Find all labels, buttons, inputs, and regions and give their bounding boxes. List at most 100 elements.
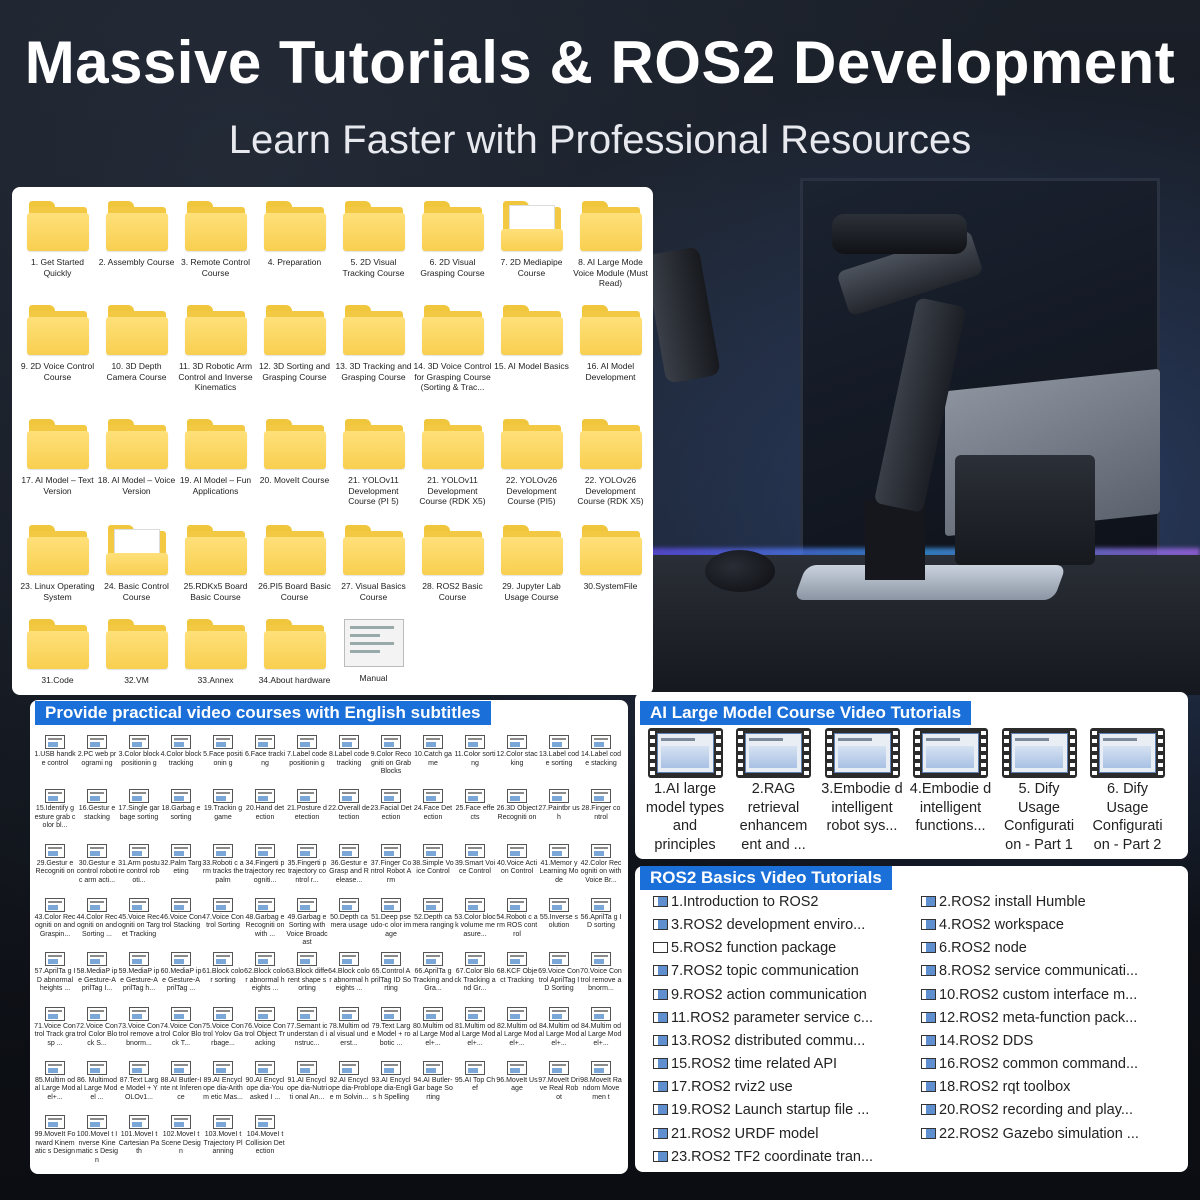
video-item[interactable]: 30.Gestur e control robotic arm acti... <box>76 843 118 896</box>
video-item[interactable]: 56.AprilTa g ID sorting <box>580 897 622 950</box>
folder-item[interactable]: 27. Visual Basics Course <box>334 523 413 627</box>
video-item[interactable]: 27.Paintbr ush <box>538 789 580 841</box>
ros2-video-item[interactable]: 16.ROS2 common command... <box>921 1054 1138 1074</box>
folder-item[interactable]: 13. 3D Tracking and Grasping Course <box>334 303 413 407</box>
folder-item[interactable]: 21. YOLOv11 Development Course (RDK X5) <box>413 417 492 521</box>
ai-video-item[interactable]: 2.RAG retrieval enhancem ent and ... <box>733 728 815 854</box>
folder-item[interactable]: 18. AI Model – Voice Version <box>97 417 176 521</box>
video-item[interactable]: 55.Inverse solution <box>538 897 580 950</box>
video-item[interactable]: 42.Color Recogniti on with Voice Br... <box>580 843 622 896</box>
video-item[interactable]: 38.Simple Voice Control <box>412 843 454 896</box>
video-item[interactable]: 44.Color Recogniti on and Sorting ... <box>76 897 118 950</box>
folder-item[interactable]: 8. AI Large Mode Voice Module (Must Read… <box>571 199 650 303</box>
ros2-video-item[interactable]: 10.ROS2 custom interface m... <box>921 985 1137 1005</box>
video-item[interactable]: 66.AprilTa g Tracking and Gra... <box>412 952 454 1004</box>
video-item[interactable]: 62.Block color abnormal heights ... <box>244 952 286 1004</box>
folder-item[interactable]: 1. Get Started Quickly <box>18 199 97 303</box>
folder-item[interactable]: 25.RDKx5 Board Basic Course <box>176 523 255 627</box>
folder-item[interactable]: 3. Remote Control Course <box>176 199 255 303</box>
video-item[interactable]: 46.Voice Control Stacking <box>160 897 202 950</box>
folder-item[interactable]: 14. 3D Voice Control for Grasping Course… <box>413 303 492 407</box>
ros2-video-item[interactable]: 1.Introduction to ROS2 <box>653 892 819 912</box>
video-item[interactable]: 95.AI Top Chef <box>454 1060 496 1113</box>
video-item[interactable]: 61.Block color sorting <box>202 952 244 1004</box>
video-item[interactable]: 14.Label code stacking <box>580 735 622 787</box>
video-item[interactable]: 71.Voice Control Track grasp ... <box>34 1006 76 1059</box>
video-item[interactable]: 77.Semant ic understan d instruc... <box>286 1006 328 1059</box>
video-item[interactable]: 36.Gestur e Grasp and Release... <box>328 843 370 896</box>
folder-item[interactable]: 4. Preparation <box>255 199 334 303</box>
folder-item[interactable]: 5. 2D Visual Tracking Course <box>334 199 413 303</box>
video-item[interactable]: 96.MoveIt Usage <box>496 1060 538 1113</box>
folder-item[interactable]: 2. Assembly Course <box>97 199 176 303</box>
video-item[interactable]: 92.AI Encyclope dia-Proble m Solvin... <box>328 1060 370 1113</box>
folder-item[interactable]: 11. 3D Robotic Arm Control and Inverse K… <box>176 303 255 407</box>
video-item[interactable]: 41.Memor y Learning Mode <box>538 843 580 896</box>
ai-video-item[interactable]: 6. Dify Usage Configurati on - Part 2 <box>1087 728 1169 854</box>
video-item[interactable]: 85.Multim odal Large Model+... <box>34 1060 76 1113</box>
video-item[interactable]: 35.Fingerti p trajectory control r... <box>286 843 328 896</box>
video-item[interactable]: 72.Voice Control Color Block S... <box>76 1006 118 1059</box>
ros2-video-item[interactable]: 2.ROS2 install Humble <box>921 892 1086 912</box>
video-item[interactable]: 25.Face effects <box>454 789 496 841</box>
video-item[interactable]: 34.Fingerti p trajectory recogniti... <box>244 843 286 896</box>
video-item[interactable]: 21.Posture detection <box>286 789 328 841</box>
ros2-video-item[interactable]: 15.ROS2 time related API <box>653 1054 837 1074</box>
ros2-video-item[interactable]: 11.ROS2 parameter service c... <box>653 1008 873 1028</box>
video-item[interactable]: 91.AI Encyclope dia-Nutriti onal An... <box>286 1060 328 1113</box>
folder-item[interactable]: 22. YOLOv26 Development Course (PI5) <box>492 417 571 521</box>
video-item[interactable]: 15.Identify gesture grab color bl... <box>34 789 76 841</box>
video-item[interactable]: 87.Text Large Model + YOLOv1... <box>118 1060 160 1113</box>
video-item[interactable]: 93.AI Encyclope dia-Englis h Spelling <box>370 1060 412 1113</box>
video-item[interactable]: 103.MoveI t Trajectory Planning <box>202 1115 244 1167</box>
video-item[interactable]: 99.MoveIt Forward Kinematic s Design <box>34 1115 76 1167</box>
video-item[interactable]: 102.MoveI t Scene Design <box>160 1115 202 1167</box>
ros2-video-item[interactable]: 8.ROS2 service communicati... <box>921 961 1138 981</box>
video-item[interactable]: 89.AI Encyclope dia-Arithm etic Mas... <box>202 1060 244 1113</box>
video-item[interactable]: 78.Multim odal visual underst... <box>328 1006 370 1059</box>
video-item[interactable]: 52.Depth camera ranging <box>412 897 454 950</box>
folder-item[interactable]: 16. AI Model Development <box>571 303 650 407</box>
video-item[interactable]: 88.AI Butler-Inte nt Inference <box>160 1060 202 1113</box>
ros2-video-item[interactable]: 7.ROS2 topic communication <box>653 961 859 981</box>
folder-item[interactable]: 29. Jupyter Lab Usage Course <box>492 523 571 627</box>
ros2-video-item[interactable]: 17.ROS2 rviz2 use <box>653 1077 793 1097</box>
folder-item[interactable]: 28. ROS2 Basic Course <box>413 523 492 627</box>
ros2-video-item[interactable]: 3.ROS2 development enviro... <box>653 915 865 935</box>
video-item[interactable]: 24.Face Detection <box>412 789 454 841</box>
ros2-video-item[interactable]: 12.ROS2 meta-function pack... <box>921 1008 1137 1028</box>
ai-video-item[interactable]: 1.AI large model types and principles <box>644 728 726 854</box>
folder-item[interactable]: 21. YOLOv11 Development Course (PI 5) <box>334 417 413 521</box>
video-item[interactable]: 68.KCF Object Tracking <box>496 952 538 1004</box>
folder-item[interactable]: 22. YOLOv26 Development Course (RDK X5) <box>571 417 650 521</box>
ros2-video-item[interactable]: 21.ROS2 URDF model <box>653 1124 818 1144</box>
video-item[interactable]: 37.Finger Control Robot Arm <box>370 843 412 896</box>
video-item[interactable]: 75.Voice Control Yolov Garbage... <box>202 1006 244 1059</box>
ros2-video-item[interactable]: 18.ROS2 rqt toolbox <box>921 1077 1070 1097</box>
video-item[interactable]: 81.Multim odal Large Model+... <box>454 1006 496 1059</box>
folder-item[interactable]: 26.PI5 Board Basic Course <box>255 523 334 627</box>
folder-item[interactable]: 6. 2D Visual Grasping Course <box>413 199 492 303</box>
video-item[interactable]: 32.Palm Targeting <box>160 843 202 896</box>
video-item[interactable]: 26.3D Object Recogniti on <box>496 789 538 841</box>
video-item[interactable]: 39.Smart Voice Control <box>454 843 496 896</box>
ros2-video-item[interactable]: 14.ROS2 DDS <box>921 1031 1033 1051</box>
video-item[interactable]: 9.Color Recogniti on Grab Blocks <box>370 735 412 787</box>
video-item[interactable]: 94.AI Butler-Gar bage Sorting <box>412 1060 454 1113</box>
video-item[interactable]: 2.PC web programi ng <box>76 735 118 787</box>
video-item[interactable]: 82.Multim odal Large Model+... <box>496 1006 538 1059</box>
folder-item[interactable]: 15. AI Model Basics <box>492 303 571 407</box>
video-item[interactable]: 104.MoveI t Collision Detection <box>244 1115 286 1167</box>
video-item[interactable]: 86. Multimod al Large Model ... <box>76 1060 118 1113</box>
video-item[interactable]: 31.Arm posture control roboti... <box>118 843 160 896</box>
video-item[interactable]: 23.Facial Detection <box>370 789 412 841</box>
folder-item[interactable]: 19. AI Model – Fun Applications <box>176 417 255 521</box>
video-item[interactable]: 12.Color stacking <box>496 735 538 787</box>
ros2-video-item[interactable]: 20.ROS2 recording and play... <box>921 1100 1133 1120</box>
video-item[interactable]: 1.USB handke control <box>34 735 76 787</box>
ros2-video-item[interactable]: 9.ROS2 action communication <box>653 985 867 1005</box>
video-item[interactable]: 76.Voice Control Object Tracking <box>244 1006 286 1059</box>
video-item[interactable]: 73.Voice Control remove abnorm... <box>118 1006 160 1059</box>
video-item[interactable]: 65.Control AprilTag ID Sorting <box>370 952 412 1004</box>
video-item[interactable]: 74.Voice Control Color Block T... <box>160 1006 202 1059</box>
